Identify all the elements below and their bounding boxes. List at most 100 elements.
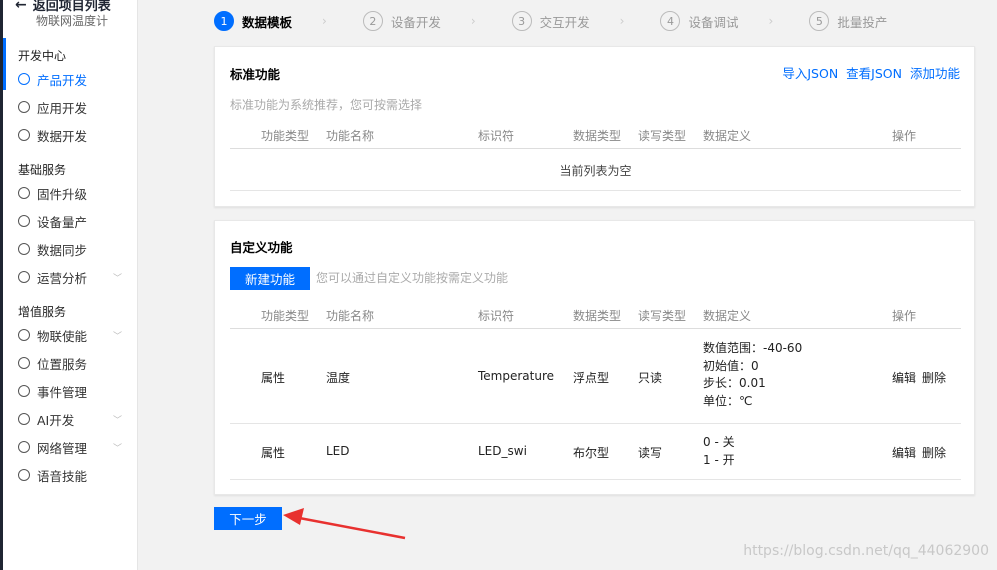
definition-line: 单位：℃ — [703, 393, 753, 408]
production-icon — [18, 215, 30, 227]
sync-icon — [18, 243, 30, 255]
watermark: https://blog.csdn.net/qq_44062900 — [743, 543, 989, 559]
step-number: 4 — [660, 11, 681, 31]
sidebar-item-voice[interactable]: 语音技能 — [18, 465, 136, 485]
cell-data-type: 浮点型 — [573, 371, 610, 385]
sidebar-item-firmware[interactable]: 固件升级 — [18, 183, 136, 203]
custom-features-hint: 您可以通过自定义功能按需定义功能 — [316, 271, 509, 285]
custom-features-card: 自定义功能 新建功能 您可以通过自定义功能按需定义功能 功能类型 功能名称 标识… — [214, 220, 975, 495]
back-arrow-icon: ← — [15, 0, 27, 13]
sidebar-item-ai[interactable]: AI开发 ﹀ — [18, 409, 136, 429]
step-data-template[interactable]: 1 数据模板 — [214, 11, 292, 31]
col-feature-name: 功能名称 — [326, 309, 375, 323]
sidebar-item-events[interactable]: 事件管理 — [18, 381, 136, 401]
sidebar-item-label: 数据同步 — [37, 242, 88, 258]
step-device-debug[interactable]: 4 设备调试 — [660, 11, 739, 31]
chevron-right-icon: › — [470, 14, 476, 28]
annotation-arrow-icon — [283, 508, 406, 540]
cell-feature-name: LED — [326, 444, 350, 458]
cell-data-type: 布尔型 — [573, 446, 610, 460]
analytics-icon — [18, 271, 30, 283]
step-number: 5 — [809, 11, 830, 31]
delete-link[interactable]: 删除 — [922, 444, 946, 461]
chevron-right-icon: › — [619, 14, 625, 28]
cell-rw-type: 只读 — [638, 371, 663, 385]
col-actions: 操作 — [892, 309, 917, 323]
import-json-link[interactable]: 导入JSON — [782, 63, 838, 82]
voice-icon — [18, 469, 30, 481]
edit-link[interactable]: 编辑 — [892, 369, 916, 386]
col-rw-type: 读写类型 — [638, 309, 687, 323]
sidebar-item-label: 运营分析 — [37, 270, 88, 286]
project-name: 物联网温度计 — [36, 14, 109, 28]
sidebar-item-label: 固件升级 — [37, 186, 88, 202]
cell-feature-type: 属性 — [261, 446, 286, 460]
definition-line: 数值范围：-40-60 — [703, 341, 803, 355]
sidebar-item-label: 网络管理 — [37, 440, 88, 456]
table-row: 属性 LED LED_swi 布尔型 读写 0 - 关 1 - 开 编辑 删除 — [230, 424, 961, 480]
col-data-type: 数据类型 — [573, 309, 622, 323]
sidebar-item-iot-enable[interactable]: 物联使能 ﹀ — [18, 325, 136, 345]
step-mass-production[interactable]: 5 批量投产 — [809, 11, 887, 31]
sidebar-item-label: 产品开发 — [37, 72, 88, 88]
sidebar-item-location[interactable]: 位置服务 — [18, 353, 136, 373]
col-feature-type: 功能类型 — [261, 309, 310, 323]
sidebar-item-network[interactable]: 网络管理 ﹀ — [18, 437, 136, 457]
chevron-down-icon: ﹀ — [112, 331, 122, 342]
chevron-right-icon: › — [768, 14, 774, 28]
col-actions: 操作 — [892, 129, 917, 143]
definition-line: 0 - 关 — [703, 435, 735, 449]
cell-data-definition: 数值范围：-40-60 初始值：0 步长：0.01 单位：℃ — [703, 340, 802, 410]
standard-features-card: 标准功能 导入JSON 查看JSON 添加功能 标准功能为系统推荐，您可按需选择… — [214, 46, 975, 207]
step-number: 1 — [214, 11, 234, 31]
app-icon — [18, 101, 30, 113]
step-label: 设备开发 — [390, 14, 441, 30]
sidebar-item-data-dev[interactable]: 数据开发 — [18, 125, 136, 145]
event-icon — [18, 385, 30, 397]
sidebar-item-app-dev[interactable]: 应用开发 — [18, 97, 136, 117]
col-data-type: 数据类型 — [573, 129, 622, 143]
step-label: 数据模板 — [242, 14, 293, 30]
new-feature-button[interactable]: 新建功能 — [230, 267, 310, 290]
sidebar-item-sync[interactable]: 数据同步 — [18, 239, 136, 259]
ai-icon — [18, 413, 30, 425]
cell-data-definition: 0 - 关 1 - 开 — [703, 434, 735, 469]
step-number: 3 — [511, 11, 532, 31]
iot-icon — [18, 329, 30, 341]
chevron-right-icon: › — [322, 14, 327, 28]
step-label: 交互开发 — [539, 14, 590, 30]
step-number: 2 — [362, 11, 383, 31]
sidebar-item-label: AI开发 — [37, 412, 75, 428]
sidebar-item-product-dev[interactable]: 产品开发 — [18, 69, 136, 89]
data-icon — [18, 129, 30, 141]
sidebar-item-production[interactable]: 设备量产 — [18, 211, 136, 231]
step-label: 批量投产 — [837, 14, 888, 30]
col-identifier: 标识符 — [478, 309, 515, 323]
col-feature-name: 功能名称 — [326, 129, 375, 143]
custom-table-header: 功能类型 功能名称 标识符 数据类型 读写类型 数据定义 操作 — [230, 301, 961, 329]
view-json-link[interactable]: 查看JSON — [846, 63, 902, 82]
firmware-icon — [18, 187, 30, 199]
chevron-down-icon: ﹀ — [112, 443, 122, 454]
col-data-definition: 数据定义 — [703, 309, 752, 323]
standard-table-header: 功能类型 功能名称 标识符 数据类型 读写类型 数据定义 操作 — [230, 121, 961, 149]
nav-group-value-services: 增值服务 — [18, 305, 67, 319]
table-row: 属性 温度 Temperature 浮点型 只读 数值范围：-40-60 初始值… — [230, 330, 961, 424]
step-label: 设备调试 — [688, 14, 739, 30]
sidebar-item-label: 事件管理 — [37, 384, 88, 400]
sidebar-item-label: 语音技能 — [37, 468, 88, 484]
standard-features-title: 标准功能 — [230, 67, 281, 82]
nav-group-dev-center: 开发中心 — [18, 49, 67, 63]
step-device-dev[interactable]: 2 设备开发 — [362, 11, 441, 31]
add-feature-link[interactable]: 添加功能 — [910, 63, 960, 82]
col-feature-type: 功能类型 — [261, 129, 310, 143]
sidebar-item-label: 位置服务 — [37, 356, 88, 372]
edit-link[interactable]: 编辑 — [892, 444, 916, 461]
delete-link[interactable]: 删除 — [922, 369, 946, 386]
sidebar-item-analytics[interactable]: 运营分析 ﹀ — [18, 267, 136, 287]
sidebar-item-label: 物联使能 — [37, 328, 88, 344]
step-interaction-dev[interactable]: 3 交互开发 — [511, 11, 590, 31]
cell-rw-type: 读写 — [638, 446, 663, 460]
gear-icon — [18, 73, 30, 85]
next-step-button[interactable]: 下一步 — [214, 507, 282, 530]
